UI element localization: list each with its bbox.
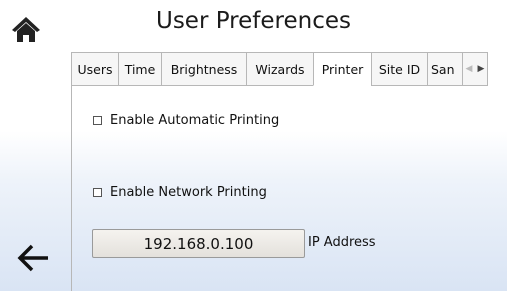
tab-time[interactable]: Time: [118, 52, 162, 86]
network-printing-option[interactable]: Enable Network Printing: [93, 185, 267, 200]
preferences-screen: User Preferences Users Time Brightness W…: [0, 0, 507, 291]
auto-printing-checkbox[interactable]: [93, 116, 102, 125]
ip-address-field[interactable]: 192.168.0.100: [92, 229, 305, 258]
tab-san[interactable]: San: [427, 52, 463, 86]
scroll-right-icon[interactable]: ▶: [478, 64, 485, 74]
tab-bar: Users Time Brightness Wizards Printer Si…: [71, 52, 505, 86]
tab-scroll-control: ◀ ▶: [462, 52, 488, 86]
tab-site-id[interactable]: Site ID: [371, 52, 428, 86]
tab-wizards[interactable]: Wizards: [246, 52, 314, 86]
auto-printing-option[interactable]: Enable Automatic Printing: [93, 113, 279, 128]
tab-printer[interactable]: Printer: [313, 52, 372, 86]
network-printing-checkbox[interactable]: [93, 188, 102, 197]
tab-brightness[interactable]: Brightness: [161, 52, 247, 86]
back-arrow-icon: [17, 244, 48, 272]
tab-users[interactable]: Users: [71, 52, 119, 86]
network-printing-label: Enable Network Printing: [110, 185, 267, 200]
scroll-left-icon[interactable]: ◀: [466, 64, 473, 74]
back-button[interactable]: [14, 240, 52, 276]
page-title: User Preferences: [155, 8, 351, 34]
auto-printing-label: Enable Automatic Printing: [110, 113, 280, 128]
ip-address-label: IP Address: [308, 235, 376, 250]
